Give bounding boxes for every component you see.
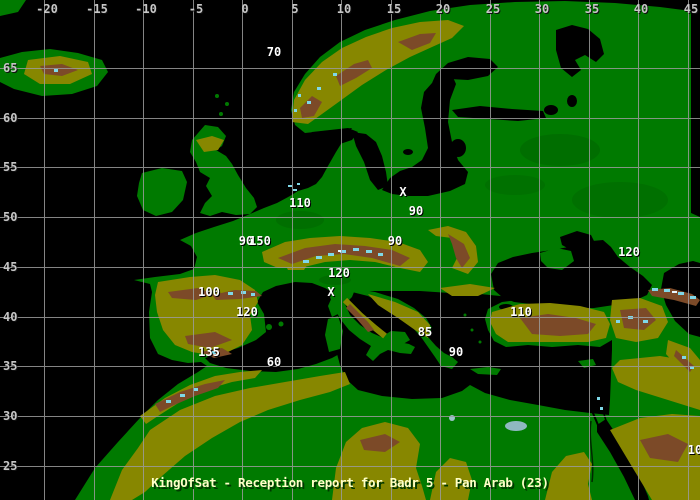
- map-title: KingOfSat - Reception report for Badr 5 …: [151, 475, 549, 490]
- qattara-depression: [505, 421, 527, 431]
- lake-vanern: [403, 149, 413, 155]
- lake-onega: [567, 95, 577, 107]
- map-svg: [0, 0, 700, 500]
- reception-map-screen: -20 -15 -10 -5 0 5 10 15 20 25 30 35 40 45 65 60 55 50 45 4…: [0, 0, 700, 500]
- siwa-depression: [449, 415, 455, 421]
- gulf-of-riga: [450, 139, 466, 157]
- lake-ladoga: [544, 105, 558, 115]
